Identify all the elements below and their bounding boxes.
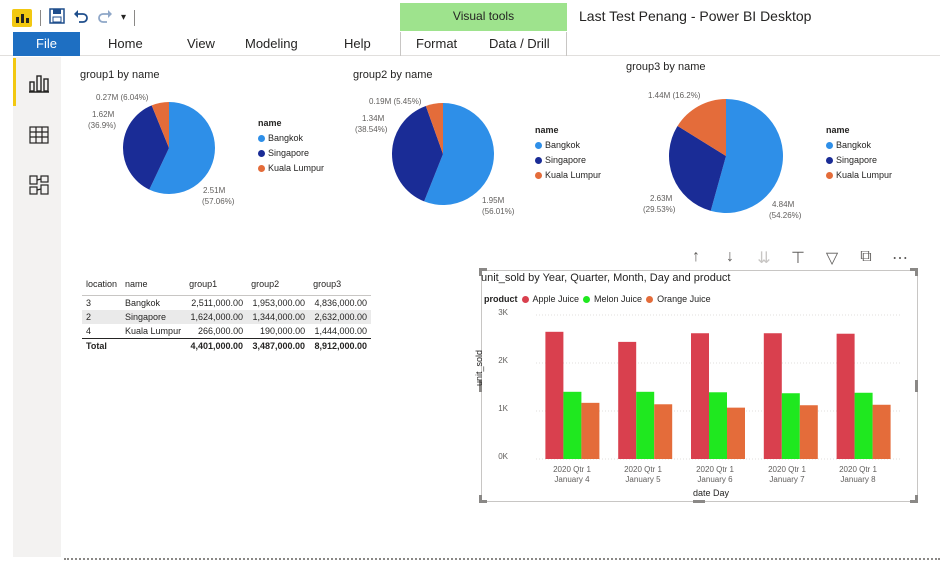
- bar-apple-juice[interactable]: [545, 331, 564, 459]
- bar-melon-juice[interactable]: [781, 393, 800, 459]
- bar-orange-juice[interactable]: [654, 404, 673, 459]
- bar-melon-juice[interactable]: [636, 391, 655, 459]
- bar-melon-juice[interactable]: [709, 392, 727, 459]
- bar-orange-juice[interactable]: [799, 405, 818, 459]
- bar-orange-juice[interactable]: [581, 402, 600, 459]
- bar-orange-juice[interactable]: [872, 404, 891, 459]
- bar-orange-juice[interactable]: [727, 407, 745, 459]
- bar-apple-juice[interactable]: [763, 333, 782, 459]
- bar-melon-juice[interactable]: [563, 391, 582, 459]
- bar-apple-juice[interactable]: [618, 341, 637, 459]
- bar-apple-juice[interactable]: [691, 333, 709, 459]
- bar-melon-juice[interactable]: [854, 392, 873, 459]
- bar-apple-juice[interactable]: [836, 333, 855, 459]
- bar-chart-plot: [536, 314, 900, 460]
